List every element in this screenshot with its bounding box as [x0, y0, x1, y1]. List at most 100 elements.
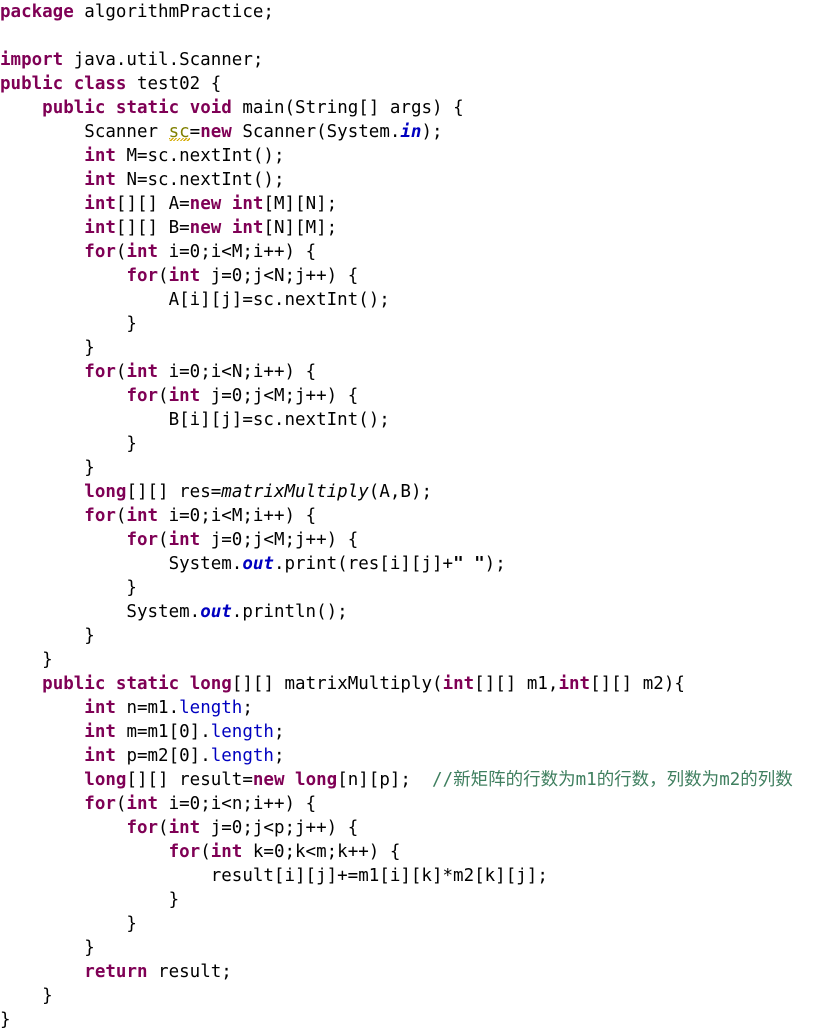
code-token-cmt: // — [432, 770, 454, 790]
code-token-plain: System. — [0, 602, 201, 622]
code-line[interactable]: int M=sc.nextInt(); — [0, 144, 834, 168]
code-token-kw: int — [126, 242, 159, 262]
code-token-plain: } — [0, 890, 180, 910]
code-line[interactable]: public class test02 { — [0, 72, 834, 96]
code-line[interactable]: System.out.print(res[i][j]+" "); — [0, 552, 834, 576]
code-line[interactable]: long[][] result=new long[n][p]; //新矩阵的行数… — [0, 768, 834, 792]
code-token-cmt-cjk: 的行数，列数为 — [596, 770, 720, 790]
code-token-plain: k=0;k<m;k++) { — [242, 842, 401, 862]
code-line[interactable]: int m=m1[0].length; — [0, 720, 834, 744]
code-line[interactable]: } — [0, 984, 834, 1008]
code-token-plain: [][] matrixMultiply( — [231, 674, 443, 694]
code-token-plain: System. — [0, 554, 243, 574]
code-token-kw: void — [189, 98, 232, 118]
code-token-plain: ; — [273, 746, 285, 766]
code-line[interactable]: int n=m1.length; — [0, 696, 834, 720]
code-line[interactable]: } — [0, 1008, 834, 1032]
code-line[interactable]: return result; — [0, 960, 834, 984]
code-token-plain: ; — [242, 698, 253, 718]
code-token-cmt: m1 — [575, 770, 597, 790]
code-line[interactable]: } — [0, 576, 834, 600]
code-line[interactable]: for(int i=0;i<n;i++) { — [0, 792, 834, 816]
code-token-plain: .println(); — [231, 602, 348, 622]
code-line[interactable]: for(int j=0;j<p;j++) { — [0, 816, 834, 840]
code-token-kw: int — [84, 194, 116, 214]
code-token-plain: java.util.Scanner; — [63, 50, 264, 70]
code-line[interactable]: for(int i=0;i<M;i++) { — [0, 504, 834, 528]
code-token-kw: package — [0, 2, 74, 22]
code-token-plain: ); — [484, 554, 506, 574]
code-line[interactable]: public static void main(String[] args) { — [0, 96, 834, 120]
code-line[interactable]: } — [0, 432, 834, 456]
code-line[interactable]: public static long[][] matrixMultiply(in… — [0, 672, 834, 696]
code-token-plain: } — [0, 938, 95, 958]
code-line[interactable]: A[i][j]=sc.nextInt(); — [0, 288, 834, 312]
code-line[interactable]: for(int j=0;j<M;j++) { — [0, 384, 834, 408]
code-line[interactable]: for(int j=0;j<N;j++) { — [0, 264, 834, 288]
code-line[interactable]: B[i][j]=sc.nextInt(); — [0, 408, 834, 432]
code-token-kw: int — [231, 218, 264, 238]
code-token-plain: ( — [115, 506, 127, 526]
code-token-kw: class — [73, 74, 127, 94]
code-token-plain: ( — [158, 266, 169, 286]
code-token-kw: public — [42, 674, 106, 694]
code-line[interactable]: import java.util.Scanner; — [0, 48, 834, 72]
code-line[interactable]: } — [0, 912, 834, 936]
code-token-plain: } — [0, 314, 137, 334]
code-token-plain: test02 { — [126, 74, 222, 94]
java-source-code-view[interactable]: package algorithmPractice; import java.u… — [0, 0, 834, 1035]
code-line[interactable]: for(int i=0;i<N;i++) { — [0, 360, 834, 384]
code-line[interactable]: result[i][j]+=m1[i][k]*m2[k][j]; — [0, 864, 834, 888]
code-token-kw: int — [84, 722, 116, 742]
code-token-kw: int — [168, 266, 201, 286]
code-line[interactable]: } — [0, 888, 834, 912]
code-token-kw: for — [126, 266, 159, 286]
code-token-kw: int — [168, 818, 201, 838]
code-token-plain: j=0;j<N;j++) { — [200, 266, 359, 286]
code-line[interactable]: } — [0, 456, 834, 480]
code-line[interactable]: Scanner sc=new Scanner(System.in); — [0, 120, 834, 144]
code-token-field: length — [210, 722, 274, 742]
code-token-plain: i=0;i<M;i++) { — [158, 506, 317, 526]
code-line[interactable]: } — [0, 936, 834, 960]
code-token-cmt-cjk: 的列数 — [740, 770, 793, 790]
code-line[interactable]: for(int i=0;i<M;i++) { — [0, 240, 834, 264]
code-token-plain: ( — [115, 362, 127, 382]
code-line[interactable]: int[][] A=new int[M][N]; — [0, 192, 834, 216]
code-line[interactable]: for(int j=0;j<M;j++) { — [0, 528, 834, 552]
code-line[interactable]: } — [0, 336, 834, 360]
code-line[interactable] — [0, 24, 834, 48]
code-line[interactable]: System.out.println(); — [0, 600, 834, 624]
code-token-plain: j=0;j<p;j++) { — [200, 818, 359, 838]
code-token-plain: n=m1. — [115, 698, 180, 718]
code-line[interactable]: package algorithmPractice; — [0, 0, 834, 24]
code-token-plain: [][] res= — [126, 482, 222, 502]
code-line[interactable]: int[][] B=new int[N][M]; — [0, 216, 834, 240]
code-token-plain: j=0;j<M;j++) { — [200, 386, 359, 406]
code-line[interactable]: } — [0, 624, 834, 648]
code-line[interactable]: } — [0, 312, 834, 336]
code-line[interactable]: for(int k=0;k<m;k++) { — [0, 840, 834, 864]
code-token-plain: i=0;i<N;i++) { — [158, 362, 317, 382]
code-token-plain: i=0;i<M;i++) { — [158, 242, 317, 262]
code-token-kw: for — [126, 386, 159, 406]
code-token-kw: for — [84, 242, 116, 262]
code-line[interactable]: int N=sc.nextInt(); — [0, 168, 834, 192]
code-line[interactable]: } — [0, 648, 834, 672]
code-line[interactable]: int p=m2[0].length; — [0, 744, 834, 768]
code-token-plain: M=sc.nextInt(); — [115, 146, 285, 166]
code-token-kw: int — [558, 674, 591, 694]
code-line[interactable]: long[][] res=matrixMultiply(A,B); — [0, 480, 834, 504]
code-lines-container[interactable]: package algorithmPractice; import java.u… — [0, 0, 834, 1032]
